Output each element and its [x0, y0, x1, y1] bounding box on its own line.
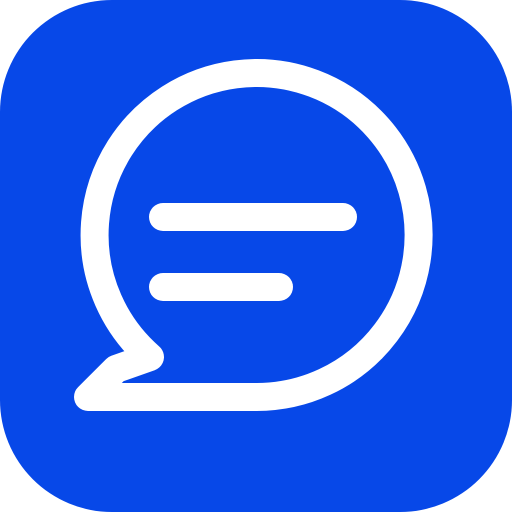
app-icon[interactable]	[0, 0, 512, 512]
chat-bubble-icon	[0, 0, 512, 512]
